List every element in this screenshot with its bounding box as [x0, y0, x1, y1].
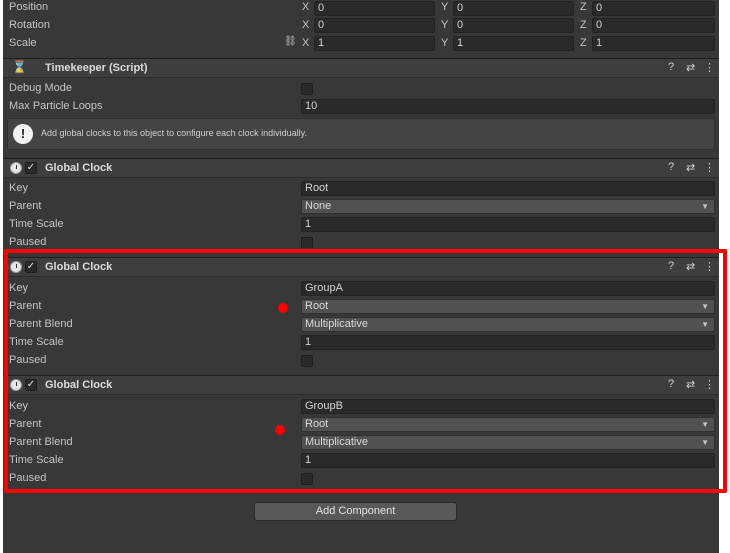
max-loops-row: Max Particle Loops 10: [3, 98, 719, 116]
time-scale-row: Time Scale 1: [3, 216, 719, 234]
debug-mode-row: Debug Mode: [3, 80, 719, 98]
help-text: Add global clocks to this object to conf…: [41, 128, 307, 138]
info-icon: !: [13, 124, 33, 144]
add-component-button[interactable]: Add Component: [254, 502, 457, 521]
position-y-field[interactable]: 0: [453, 1, 574, 16]
debug-mode-label: Debug Mode: [9, 82, 72, 94]
position-x-field[interactable]: 0: [314, 1, 435, 16]
key-field[interactable]: Root: [301, 181, 715, 196]
rotation-y-axis: Y: [441, 19, 449, 31]
rotation-y-field[interactable]: 0: [453, 18, 574, 33]
position-x-axis: X: [302, 1, 310, 13]
rotation-z-field[interactable]: 0: [592, 18, 715, 33]
highlight-box: [4, 249, 727, 493]
paused-row: Paused: [3, 234, 719, 248]
timekeeper-header[interactable]: ⌛ Timekeeper (Script) ? ⇄ ⋮: [3, 58, 719, 78]
scale-z-field[interactable]: 1: [592, 36, 715, 51]
scale-label: Scale: [9, 37, 37, 49]
max-loops-field[interactable]: 10: [301, 99, 715, 114]
parent-dropdown[interactable]: None ▼: [301, 199, 715, 214]
rotation-x-axis: X: [302, 19, 310, 31]
key-row: Key Root: [3, 180, 719, 198]
rotation-z-axis: Z: [580, 19, 587, 31]
position-label: Position: [9, 1, 49, 13]
parent-row: Parent None ▼: [3, 198, 719, 216]
rotation-row: Rotation X 0 Y 0 Z 0: [3, 17, 719, 35]
max-loops-label: Max Particle Loops: [9, 100, 103, 112]
global-clock-header[interactable]: ✓ Global Clock ? ⇄ ⋮: [3, 158, 719, 178]
rotation-label: Rotation: [9, 19, 50, 31]
annotation-dot: [275, 425, 285, 435]
parent-label: Parent: [9, 200, 42, 212]
time-scale-label: Time Scale: [9, 218, 64, 230]
scale-x-field[interactable]: 1: [314, 36, 435, 51]
position-row: Position X 0 Y 0 Z 0: [3, 0, 719, 18]
menu-icon[interactable]: ⋮: [704, 161, 715, 174]
scale-row: Scale ⛓ X 1 Y 1 Z 1: [3, 35, 719, 53]
help-box: ! Add global clocks to this object to co…: [7, 118, 715, 150]
position-z-field[interactable]: 0: [592, 1, 715, 16]
scale-y-axis: Y: [441, 37, 449, 49]
position-y-axis: Y: [441, 1, 449, 13]
time-scale-field[interactable]: 1: [301, 217, 715, 232]
rotation-x-field[interactable]: 0: [314, 18, 435, 33]
scale-link-icon[interactable]: ⛓: [284, 36, 297, 47]
scale-z-axis: Z: [580, 37, 587, 49]
help-icon[interactable]: ?: [668, 161, 674, 173]
enable-checkbox[interactable]: ✓: [25, 162, 37, 174]
paused-label: Paused: [9, 236, 47, 248]
menu-icon[interactable]: ⋮: [704, 61, 715, 74]
key-label: Key: [9, 182, 28, 194]
timekeeper-title: Timekeeper (Script): [45, 62, 148, 74]
help-icon[interactable]: ?: [668, 61, 674, 73]
annotation-dot: [278, 303, 288, 313]
debug-mode-checkbox[interactable]: [301, 83, 313, 95]
global-clock-title: Global Clock: [45, 162, 113, 174]
clock-icon: [10, 162, 22, 174]
scale-y-field[interactable]: 1: [453, 36, 574, 51]
scale-x-axis: X: [302, 37, 310, 49]
parent-value: None: [305, 200, 332, 212]
chevron-down-icon: ▼: [701, 202, 709, 211]
position-z-axis: Z: [580, 1, 587, 13]
hourglass-icon: ⌛: [12, 60, 27, 74]
paused-checkbox[interactable]: [301, 237, 313, 248]
presets-icon[interactable]: ⇄: [686, 61, 695, 74]
presets-icon[interactable]: ⇄: [686, 161, 695, 174]
